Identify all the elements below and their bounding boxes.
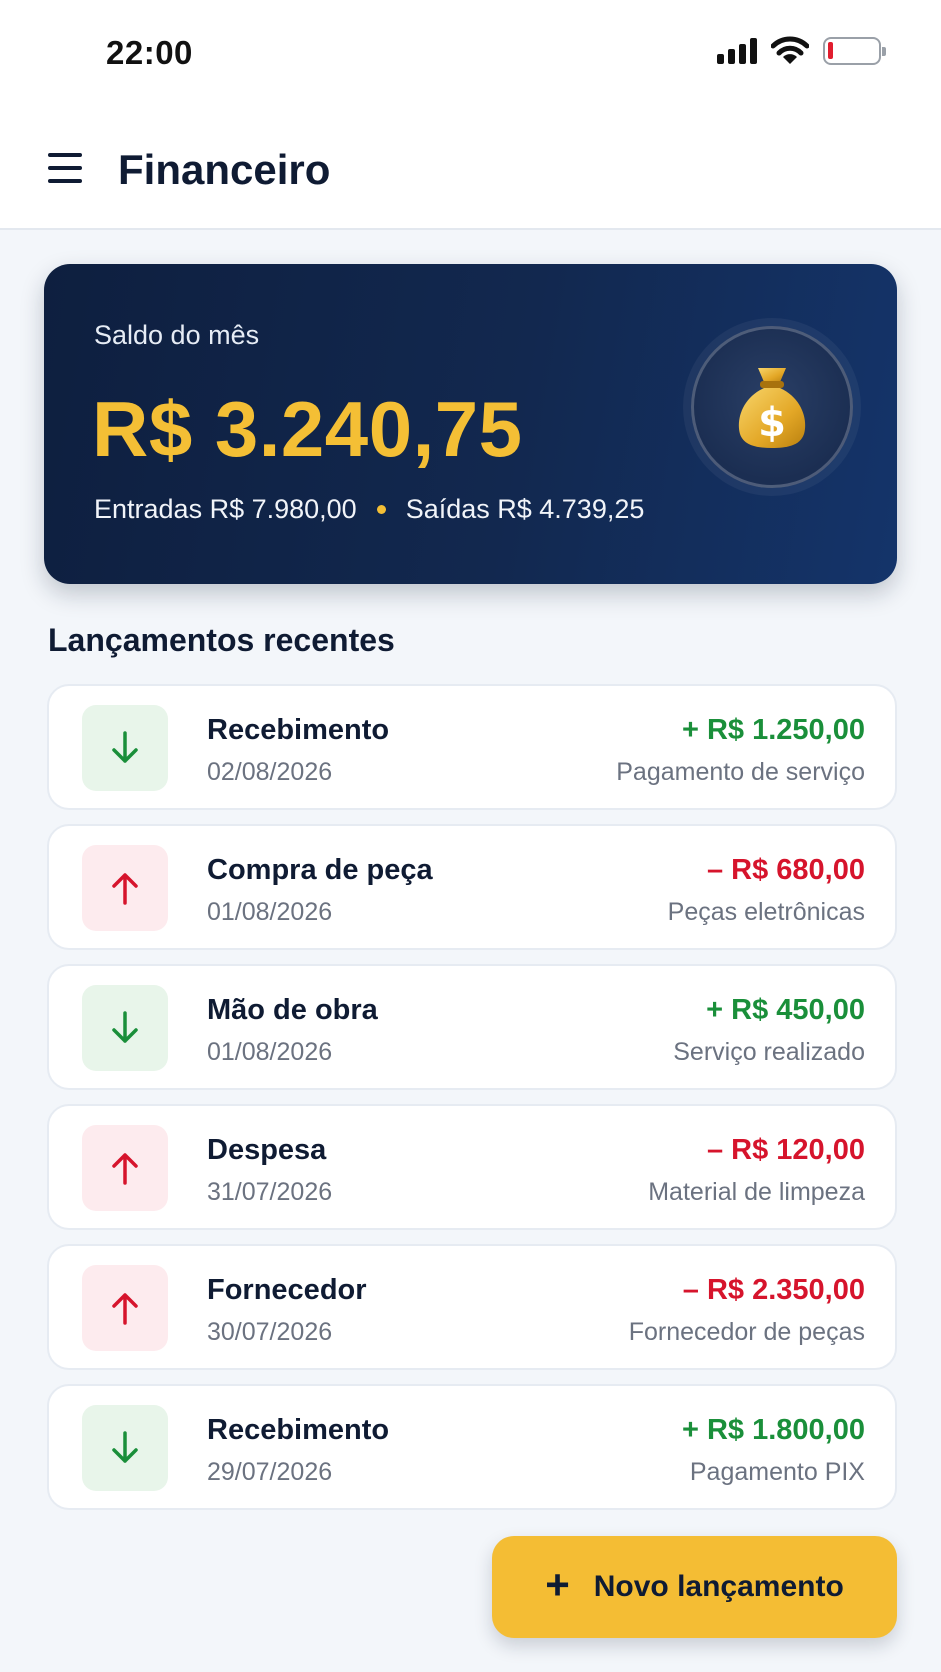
- battery-icon: [823, 37, 886, 65]
- transaction-row[interactable]: Mão de obra 01/08/2026 + R$ 450,00 Servi…: [47, 964, 897, 1090]
- separator-dot: [376, 505, 386, 514]
- money-bag-icon: $: [738, 368, 806, 448]
- wifi-icon: [771, 36, 809, 64]
- expense-icon-box: [82, 845, 168, 931]
- transaction-description: Peças eletrônicas: [667, 898, 865, 926]
- transaction-date: 02/08/2026: [207, 758, 333, 786]
- status-icons: [717, 36, 886, 66]
- transaction-amount: – R$ 120,00: [706, 1134, 865, 1166]
- section-title: Lançamentos recentes: [48, 622, 395, 658]
- arrow-up-icon: [112, 1153, 138, 1185]
- money-bag-badge: $: [691, 326, 853, 488]
- income-icon-box: [82, 1405, 168, 1491]
- transaction-date: 30/07/2026: [207, 1318, 333, 1346]
- transaction-title: Fornecedor: [207, 1274, 367, 1306]
- transaction-title: Compra de peça: [207, 854, 433, 886]
- transaction-amount: – R$ 2.350,00: [682, 1274, 865, 1306]
- transaction-date: 29/07/2026: [207, 1458, 333, 1486]
- expense-icon-box: [82, 1265, 168, 1351]
- transaction-description: Fornecedor de peças: [628, 1318, 865, 1346]
- income-icon-box: [82, 705, 168, 791]
- transaction-amount: + R$ 1.250,00: [681, 714, 865, 746]
- transaction-title: Despesa: [207, 1134, 327, 1166]
- income-total: Entradas R$ 7.980,00: [94, 494, 357, 524]
- income-icon-box: [82, 985, 168, 1071]
- transaction-row[interactable]: Compra de peça 01/08/2026 – R$ 680,00 Pe…: [47, 824, 897, 950]
- arrow-up-icon: [112, 1293, 138, 1325]
- arrow-down-icon: [112, 1431, 138, 1463]
- battery-level: [828, 42, 833, 59]
- transaction-description: Pagamento PIX: [689, 1458, 865, 1486]
- app-header: Financeiro: [0, 110, 941, 230]
- balance-label: Saldo do mês: [94, 320, 260, 350]
- transaction-row[interactable]: Recebimento 29/07/2026 + R$ 1.800,00 Pag…: [47, 1384, 897, 1510]
- hamburger-menu-icon[interactable]: [48, 153, 82, 183]
- arrow-down-icon: [112, 1011, 138, 1043]
- transaction-title: Recebimento: [207, 1414, 390, 1446]
- balance-summary: Entradas R$ 7.980,00 Saídas R$ 4.739,25: [94, 494, 644, 525]
- transaction-date: 01/08/2026: [207, 898, 333, 926]
- balance-value: R$ 3.240,75: [92, 385, 523, 473]
- transaction-description: Serviço realizado: [673, 1038, 865, 1066]
- transaction-amount: – R$ 680,00: [706, 854, 865, 886]
- signal-icon: [717, 38, 757, 64]
- transaction-row[interactable]: Fornecedor 30/07/2026 – R$ 2.350,00 Forn…: [47, 1244, 897, 1370]
- transaction-row[interactable]: Recebimento 02/08/2026 + R$ 1.250,00 Pag…: [47, 684, 897, 810]
- status-time: 22:00: [106, 34, 193, 71]
- transaction-title: Recebimento: [207, 714, 390, 746]
- plus-icon: +: [545, 1561, 570, 1608]
- expense-icon-box: [82, 1125, 168, 1211]
- transaction-description: Material de limpeza: [648, 1178, 865, 1206]
- transaction-amount: + R$ 450,00: [706, 994, 865, 1026]
- transaction-date: 01/08/2026: [207, 1038, 333, 1066]
- arrow-up-icon: [112, 873, 138, 905]
- transaction-list: Recebimento 02/08/2026 + R$ 1.250,00 Pag…: [47, 684, 897, 1524]
- transaction-description: Pagamento de serviço: [616, 758, 865, 786]
- arrow-down-icon: [112, 731, 138, 763]
- new-entry-button[interactable]: + Novo lançamento: [492, 1536, 897, 1638]
- new-entry-label: Novo lançamento: [593, 1570, 844, 1603]
- transaction-amount: + R$ 1.800,00: [681, 1414, 865, 1446]
- transaction-title: Mão de obra: [207, 994, 378, 1026]
- transaction-row[interactable]: Despesa 31/07/2026 – R$ 120,00 Material …: [47, 1104, 897, 1230]
- transaction-date: 31/07/2026: [207, 1178, 333, 1206]
- svg-text:$: $: [758, 400, 786, 446]
- status-bar: 22:00: [0, 0, 941, 110]
- balance-card: Saldo do mês R$ 3.240,75 Entradas R$ 7.9…: [44, 264, 897, 584]
- expenses-total: Saídas R$ 4.739,25: [405, 494, 645, 524]
- page-title: Financeiro: [118, 146, 331, 193]
